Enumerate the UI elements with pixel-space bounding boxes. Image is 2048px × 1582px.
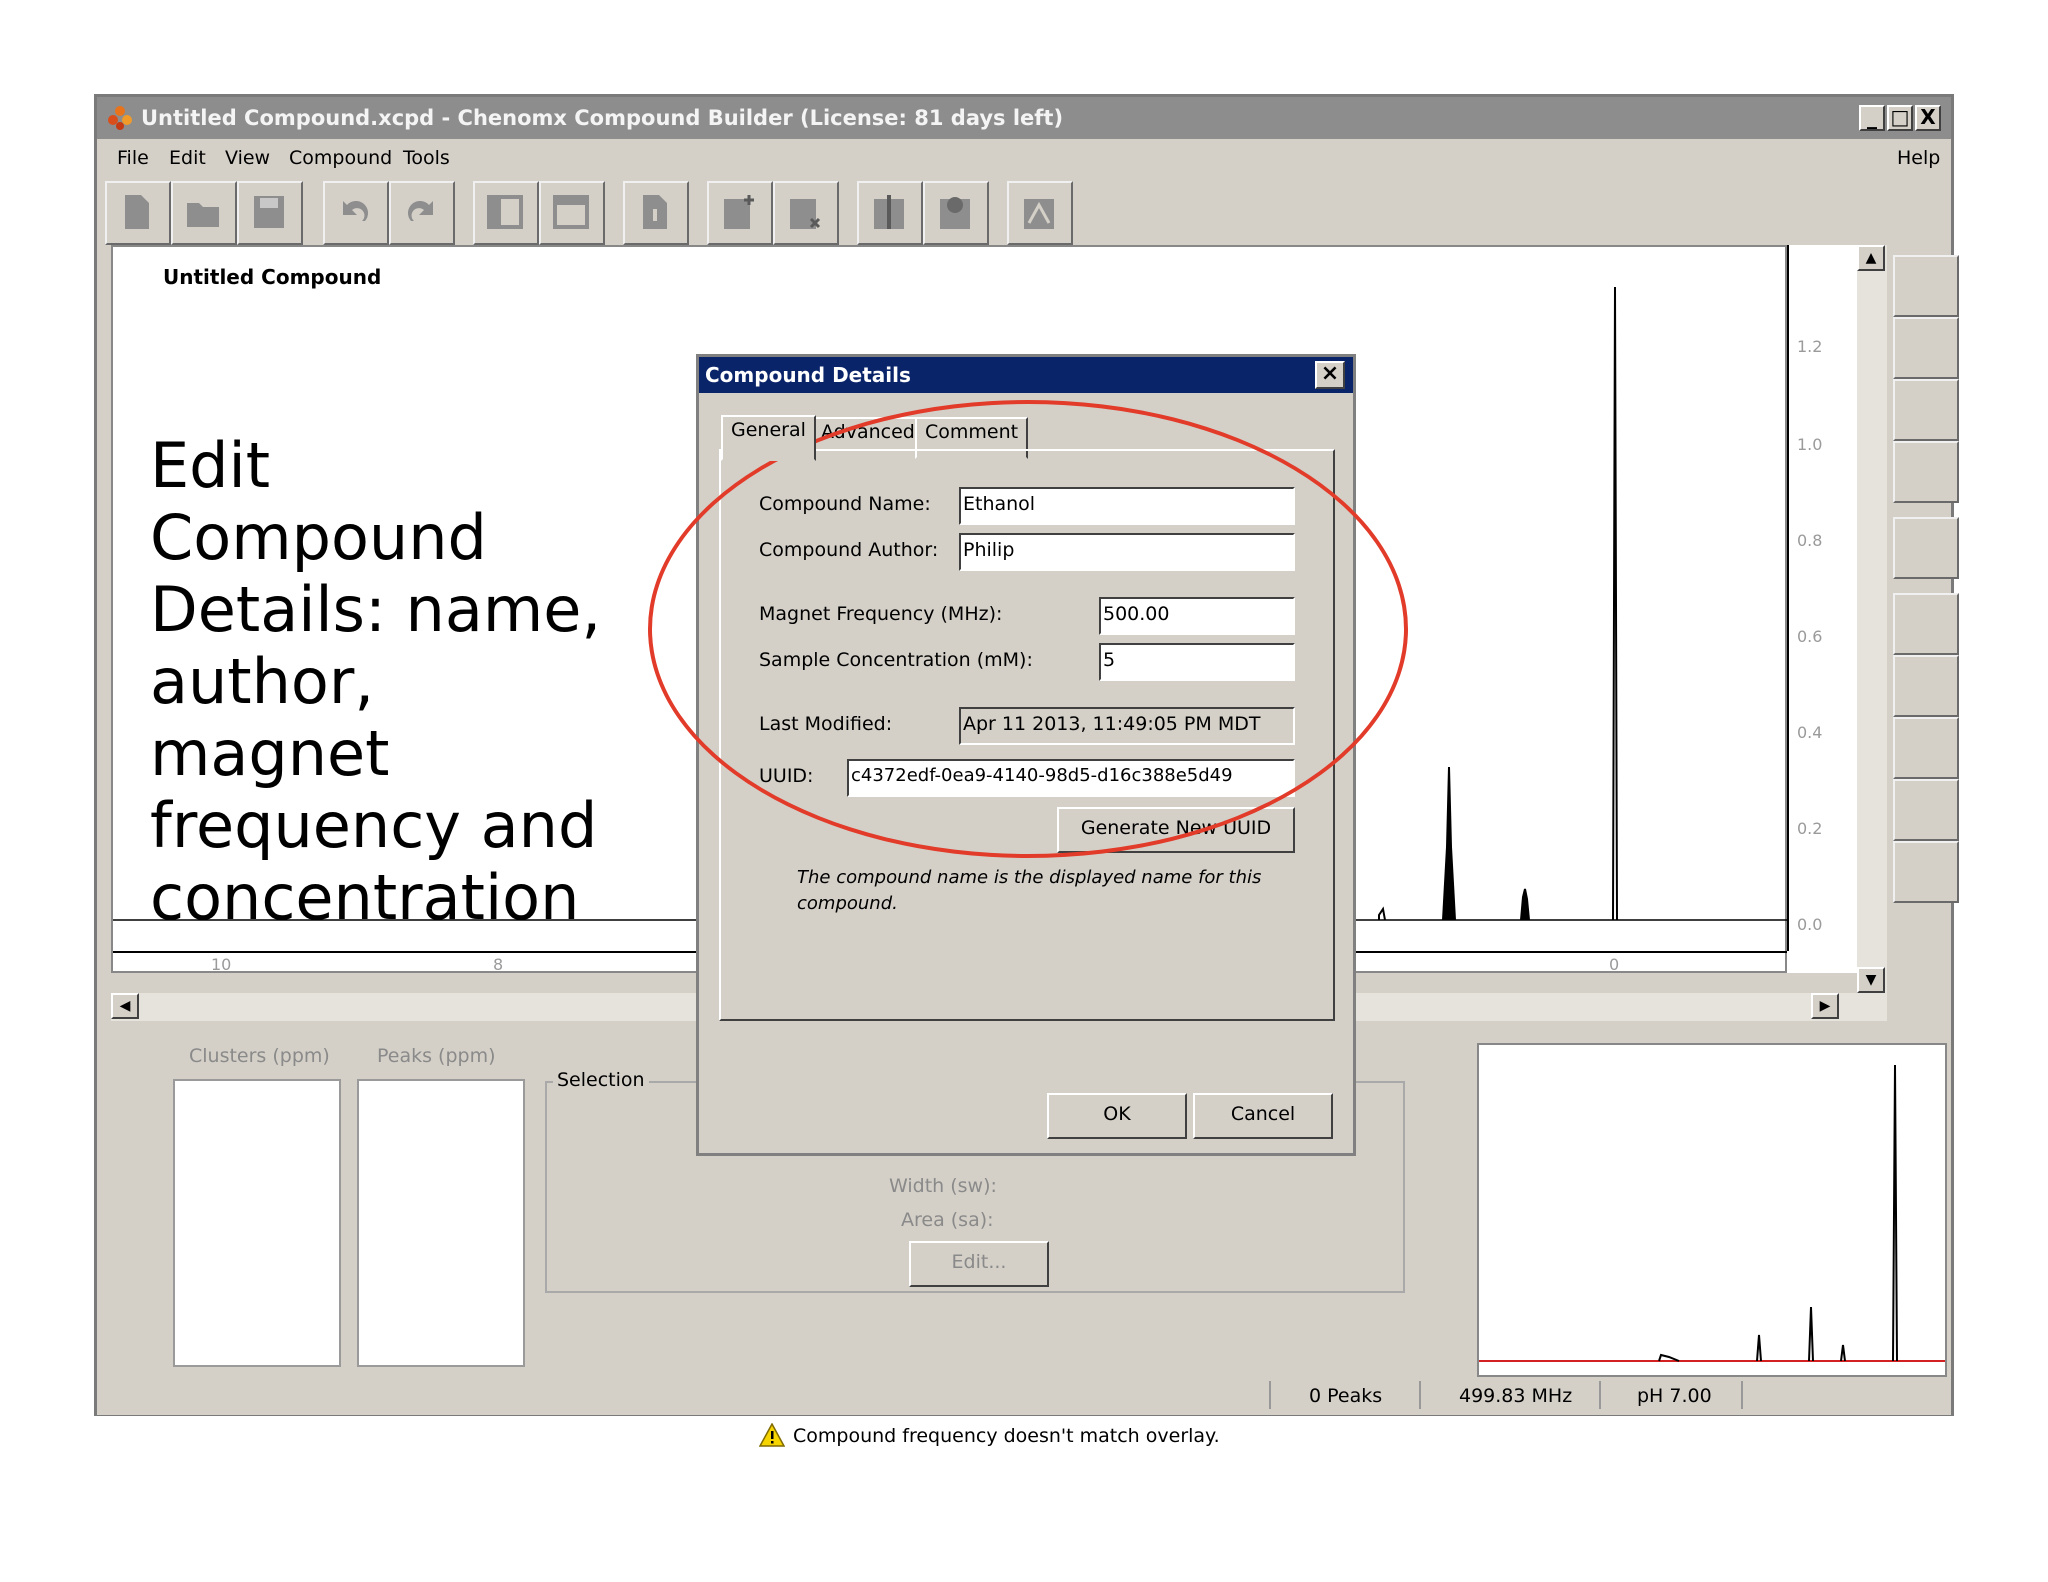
scroll-down-arrow-icon[interactable]: ▼	[1857, 967, 1885, 993]
menu-bar: File Edit View Compound Tools Help	[97, 139, 1951, 175]
dialog-title: Compound Details	[699, 357, 1353, 393]
zoom-out-icon[interactable]	[1893, 379, 1959, 441]
x-tick-label: 10	[211, 955, 232, 974]
layout-right-icon[interactable]	[539, 181, 605, 245]
overlay-spectrum[interactable]	[1477, 1043, 1947, 1377]
clusters-list[interactable]	[173, 1079, 341, 1367]
contract-horizontal-icon[interactable]	[1893, 841, 1959, 903]
layout-left-icon[interactable]	[473, 181, 539, 245]
chenomx-logo-icon	[108, 106, 132, 130]
y-tick-label: 0.0	[1797, 915, 1823, 934]
y-tick-label: 1.0	[1797, 435, 1823, 454]
warning-icon	[759, 1423, 785, 1447]
highlight-ellipse	[648, 400, 1408, 858]
y-tick-label: 0.2	[1797, 819, 1823, 838]
menu-view[interactable]: View	[225, 147, 270, 169]
tab-general[interactable]: General	[721, 415, 816, 461]
save-icon[interactable]	[237, 181, 303, 245]
y-axis: 1.2 1.0 0.8 0.6 0.4 0.2 0.0	[1787, 245, 1857, 973]
scroll-right-arrow-icon[interactable]: ▶	[1811, 993, 1839, 1019]
y-tick-label: 0.4	[1797, 723, 1823, 742]
redo-icon[interactable]	[389, 181, 455, 245]
fit-icon[interactable]	[1007, 181, 1073, 245]
zoom-in-icon[interactable]	[1893, 317, 1959, 379]
peaks-label: Peaks (ppm)	[377, 1045, 496, 1067]
frequency-warning: Compound frequency doesn't match overlay…	[793, 1425, 1220, 1447]
status-frequency: 499.83 MHz	[1459, 1385, 1573, 1407]
overlay-trace	[1479, 1064, 1945, 1362]
scroll-left-arrow-icon[interactable]: ◀	[111, 993, 139, 1019]
annotation-text: Edit Compound Details: name, author, mag…	[150, 429, 602, 934]
minimize-button[interactable]: _	[1859, 105, 1885, 131]
toolbar	[97, 177, 1951, 245]
remove-cluster-icon[interactable]	[773, 181, 839, 245]
open-folder-icon[interactable]	[171, 181, 237, 245]
menu-help[interactable]: Help	[1897, 147, 1940, 169]
undo-icon[interactable]	[323, 181, 389, 245]
pan-icon[interactable]	[1893, 593, 1959, 655]
y-tick-label: 1.2	[1797, 337, 1823, 356]
close-window-button[interactable]: X	[1915, 105, 1941, 131]
menu-file[interactable]: File	[117, 147, 149, 169]
status-bar: 0 Peaks 499.83 MHz pH 7.00	[97, 1377, 1951, 1415]
ok-button[interactable]: OK	[1047, 1093, 1187, 1139]
width-label: Width (sw):	[889, 1175, 997, 1197]
add-peak-icon[interactable]	[857, 181, 923, 245]
y-tick-label: 0.8	[1797, 531, 1823, 550]
x-tick-label: 8	[493, 955, 504, 974]
maximize-button[interactable]: □	[1887, 105, 1913, 131]
expand-horizontal-icon[interactable]	[1893, 779, 1959, 841]
add-cluster-icon[interactable]	[707, 181, 773, 245]
zoom-region-icon[interactable]	[1893, 441, 1959, 503]
selection-label: Selection	[553, 1069, 649, 1091]
edit-button[interactable]: Edit...	[909, 1241, 1049, 1287]
close-icon[interactable]: ×	[1315, 361, 1345, 389]
peak-count: 0 Peaks	[1309, 1385, 1383, 1407]
status-ph: pH 7.00	[1637, 1385, 1712, 1407]
info-icon[interactable]	[623, 181, 689, 245]
menu-tools[interactable]: Tools	[403, 147, 450, 169]
decrease-height-icon[interactable]	[1893, 717, 1959, 779]
hint-text: The compound name is the displayed name …	[797, 867, 1262, 914]
clusters-label: Clusters (ppm)	[189, 1045, 330, 1067]
y-tick-label: 0.6	[1797, 627, 1823, 646]
cancel-button[interactable]: Cancel	[1193, 1093, 1333, 1139]
increase-height-icon[interactable]	[1893, 655, 1959, 717]
area-label: Area (sa):	[901, 1209, 994, 1231]
remove-peak-icon[interactable]	[923, 181, 989, 245]
fit-view-icon[interactable]	[1893, 255, 1959, 317]
menu-compound[interactable]: Compound	[289, 147, 392, 169]
new-file-icon[interactable]	[105, 181, 171, 245]
x-tick-label: 0	[1609, 955, 1620, 974]
window-title: Untitled Compound.xcpd - Chenomx Compoun…	[97, 97, 1951, 139]
menu-edit[interactable]: Edit	[169, 147, 206, 169]
right-toolbar	[1889, 245, 1959, 1035]
peaks-list[interactable]	[357, 1079, 525, 1367]
scroll-up-arrow-icon[interactable]: ▲	[1857, 245, 1885, 271]
vertical-scrollbar[interactable]: ▲ ▼	[1857, 245, 1887, 995]
columns-icon[interactable]	[1893, 517, 1959, 579]
